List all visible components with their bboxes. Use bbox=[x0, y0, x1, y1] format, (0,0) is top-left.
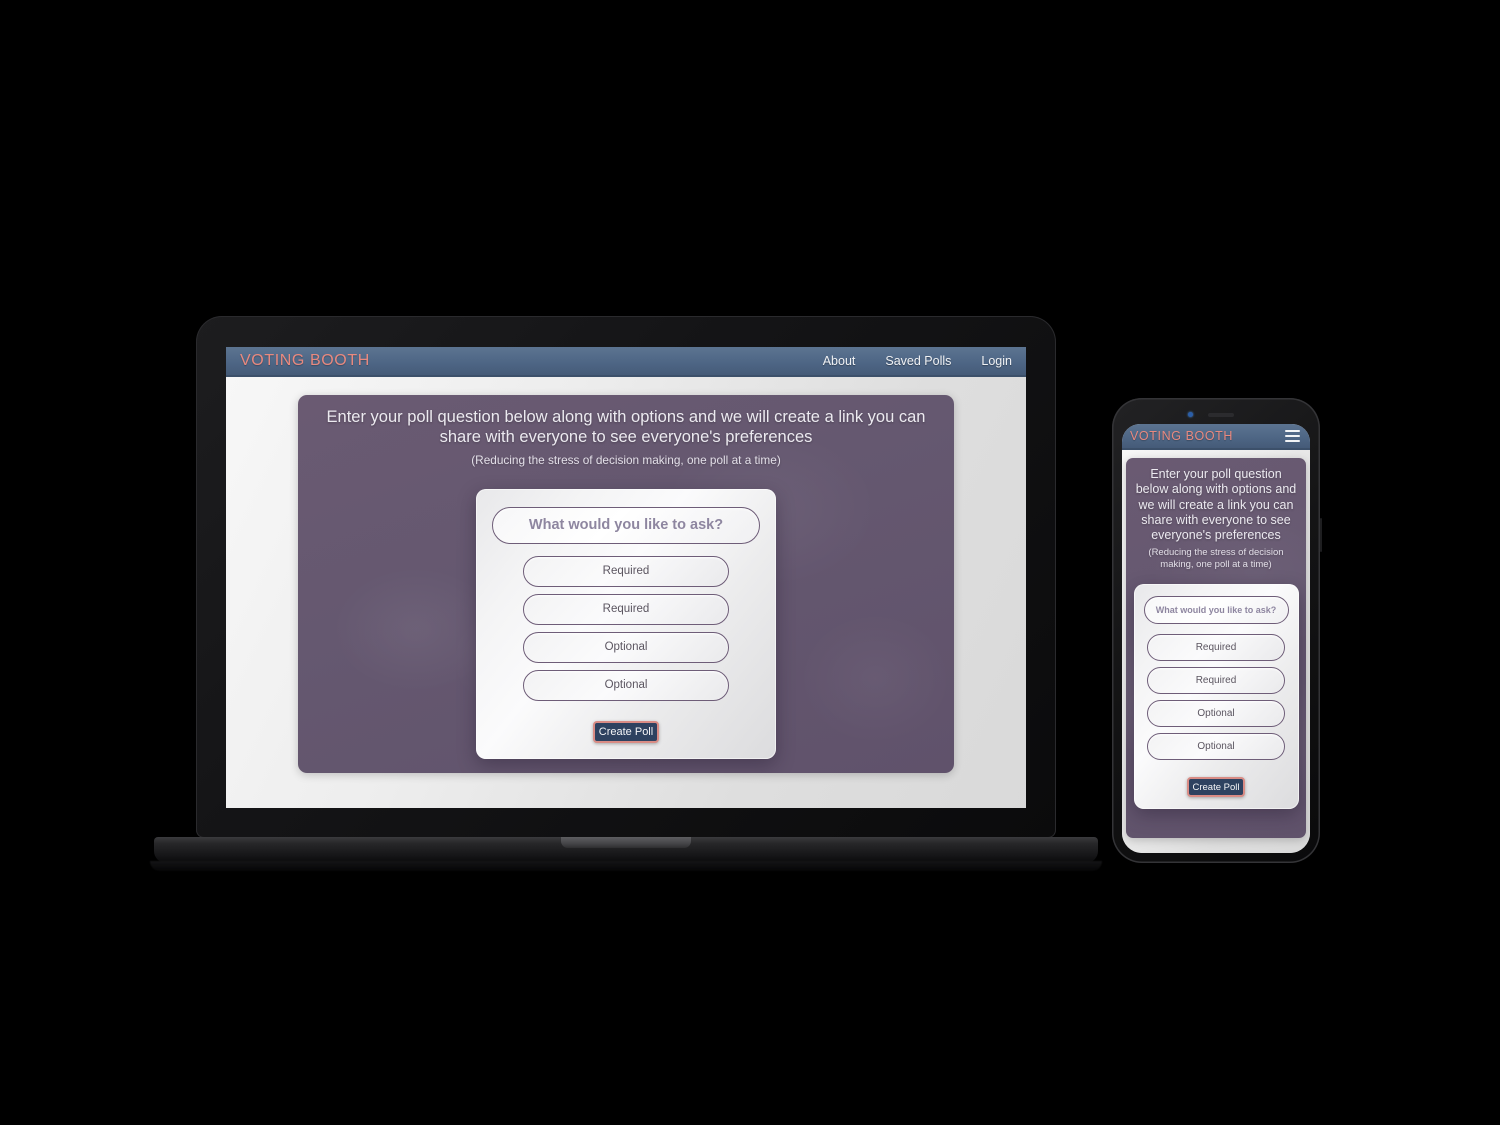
hamburger-bar bbox=[1285, 439, 1300, 443]
poll-options-group-mobile: Required Required Optional Optional bbox=[1144, 634, 1289, 761]
desktop-hero-panel: Enter your poll question below along wit… bbox=[298, 395, 954, 773]
phone-side-button[interactable] bbox=[1319, 518, 1322, 552]
hamburger-bar bbox=[1285, 429, 1300, 433]
hero-title: Enter your poll question below along wit… bbox=[326, 408, 926, 447]
phone-screen: VOTING BOOTH Enter your poll question be… bbox=[1122, 424, 1310, 853]
mobile-poll-form-card: What would you like to ask? Required Req… bbox=[1133, 584, 1299, 810]
phone-mockup: VOTING BOOTH Enter your poll question be… bbox=[1112, 398, 1322, 863]
hero-title-mobile: Enter your poll question below along wit… bbox=[1135, 467, 1297, 542]
hero-subtitle: (Reducing the stress of decision making,… bbox=[471, 452, 781, 467]
nav-item-saved-polls[interactable]: Saved Polls bbox=[885, 354, 951, 368]
hamburger-bar bbox=[1285, 434, 1300, 438]
poll-option-input-1[interactable]: Required bbox=[523, 555, 729, 587]
desktop-nav: About Saved Polls Login bbox=[823, 354, 1012, 368]
nav-item-about[interactable]: About bbox=[823, 354, 856, 368]
poll-option-input-2-mobile[interactable]: Required bbox=[1147, 667, 1285, 695]
poll-option-input-3-mobile[interactable]: Optional bbox=[1147, 700, 1285, 728]
mobile-page-body: Enter your poll question below along wit… bbox=[1122, 450, 1310, 853]
hamburger-menu-icon[interactable] bbox=[1283, 428, 1302, 445]
brand-logo-mobile[interactable]: VOTING BOOTH bbox=[1130, 429, 1233, 443]
hero-subtitle-mobile: (Reducing the stress of decision making,… bbox=[1148, 547, 1284, 570]
desktop-site-header: VOTING BOOTH About Saved Polls Login bbox=[226, 347, 1026, 377]
laptop-foot-shadow bbox=[150, 861, 1102, 871]
poll-option-input-3[interactable]: Optional bbox=[523, 631, 729, 663]
laptop-hinge-notch bbox=[561, 837, 691, 848]
phone-camera-icon bbox=[1188, 412, 1193, 417]
desktop-poll-form-card: What would you like to ask? Required Req… bbox=[476, 488, 776, 759]
poll-options-group: Required Required Optional Optional bbox=[492, 555, 760, 701]
poll-question-input[interactable]: What would you like to ask? bbox=[492, 506, 760, 544]
poll-option-input-2[interactable]: Required bbox=[523, 593, 729, 625]
phone-speaker-grille bbox=[1208, 413, 1234, 417]
mobile-site-header: VOTING BOOTH bbox=[1122, 424, 1310, 450]
poll-question-input-mobile[interactable]: What would you like to ask? bbox=[1143, 596, 1289, 625]
laptop-mockup: VOTING BOOTH About Saved Polls Login Ent… bbox=[150, 316, 1102, 871]
laptop-screen: VOTING BOOTH About Saved Polls Login Ent… bbox=[226, 347, 1026, 808]
create-poll-button-mobile[interactable]: Create Poll bbox=[1187, 777, 1245, 798]
nav-item-login[interactable]: Login bbox=[981, 354, 1012, 368]
brand-logo[interactable]: VOTING BOOTH bbox=[240, 352, 370, 370]
poll-option-input-4[interactable]: Optional bbox=[523, 669, 729, 701]
mobile-hero-panel: Enter your poll question below along wit… bbox=[1126, 458, 1306, 838]
poll-option-input-1-mobile[interactable]: Required bbox=[1147, 634, 1285, 662]
desktop-page-body: Enter your poll question below along wit… bbox=[226, 377, 1026, 808]
poll-option-input-4-mobile[interactable]: Optional bbox=[1147, 733, 1285, 761]
create-poll-button[interactable]: Create Poll bbox=[593, 720, 659, 743]
